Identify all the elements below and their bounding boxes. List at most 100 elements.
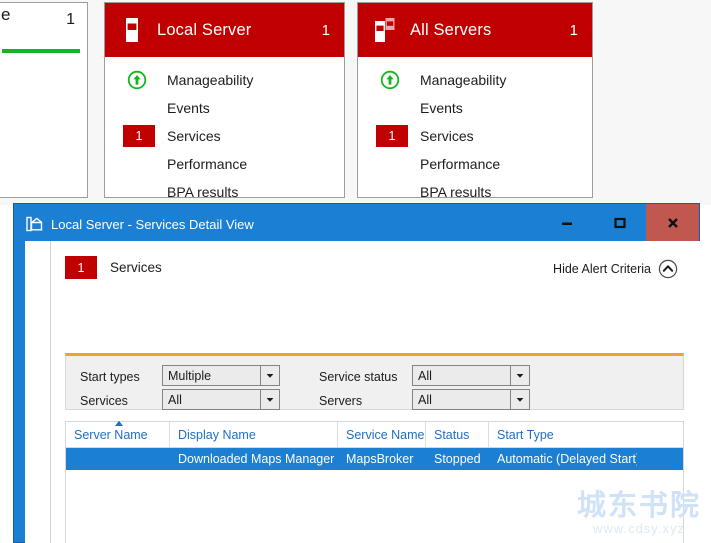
start-types-dropdown[interactable]: Multiple bbox=[162, 365, 280, 386]
tile-row-performance[interactable]: Performance bbox=[105, 150, 344, 178]
tile-body-all-servers: Manageability Events 1 Services Performa… bbox=[358, 57, 592, 206]
chevron-down-icon[interactable] bbox=[510, 390, 529, 409]
cell-display-name: Downloaded Maps Manager bbox=[178, 452, 335, 466]
services-alert-badge: 1 bbox=[123, 125, 155, 147]
tile-row-manageability[interactable]: Manageability bbox=[358, 66, 592, 94]
maximize-icon bbox=[613, 217, 626, 228]
services-dropdown[interactable]: All bbox=[162, 389, 280, 410]
filter-label-services: Services bbox=[80, 394, 128, 408]
column-header-label: Service Name bbox=[346, 427, 425, 442]
tile-header-all-servers[interactable]: All Servers 1 bbox=[358, 3, 592, 57]
cell-start-type: Automatic (Delayed Start) bbox=[497, 452, 637, 466]
minimize-icon bbox=[561, 222, 572, 225]
minimize-button[interactable] bbox=[540, 204, 593, 241]
tile-row-label: Services bbox=[420, 128, 474, 144]
filter-start-types: Start types bbox=[80, 366, 140, 388]
partial-tile-count: 1 bbox=[66, 11, 75, 28]
tile-row-label: BPA results bbox=[167, 184, 239, 200]
close-button[interactable] bbox=[646, 204, 699, 241]
partial-tile-letter: e bbox=[1, 5, 11, 24]
tile-row-label: Performance bbox=[167, 156, 248, 172]
badge-slot bbox=[123, 97, 155, 119]
cell-service-name: MapsBroker bbox=[346, 452, 414, 466]
services-detail-view-window[interactable]: Local Server - Services Detail View 1 Se… bbox=[13, 203, 700, 543]
filter-service-status: Service status bbox=[319, 366, 398, 388]
window-titlebar[interactable]: Local Server - Services Detail View bbox=[14, 204, 699, 244]
badge-slot bbox=[376, 181, 408, 203]
column-header-status[interactable]: Status bbox=[426, 422, 489, 447]
cell-status: Stopped bbox=[434, 452, 481, 466]
tile-header-local-server[interactable]: Local Server 1 bbox=[105, 3, 344, 57]
all-servers-icon bbox=[375, 18, 395, 42]
detail-view-icon bbox=[26, 216, 43, 232]
detail-content: 1 Services Hide Alert Criteria Start typ… bbox=[51, 241, 700, 543]
tile-row-events[interactable]: Events bbox=[105, 94, 344, 122]
chevron-down-glyph bbox=[266, 397, 274, 402]
start-types-value: Multiple bbox=[168, 368, 212, 383]
dashboard-tile-local-server[interactable]: Local Server 1 Manageability Events 1 Se… bbox=[104, 2, 345, 200]
badge-slot: 1 bbox=[376, 125, 408, 147]
chevron-down-glyph bbox=[266, 373, 274, 378]
partial-tile-header: e 1 bbox=[0, 3, 87, 53]
servers-dropdown[interactable]: All bbox=[412, 389, 530, 410]
table-body: Downloaded Maps Manager MapsBroker Stopp… bbox=[66, 448, 683, 470]
badge-slot bbox=[376, 69, 408, 91]
column-header-server-name[interactable]: Server Name bbox=[66, 420, 170, 447]
column-header-label: Display Name bbox=[178, 427, 256, 442]
tile-row-label: BPA results bbox=[420, 184, 492, 200]
cell-server-name bbox=[66, 448, 170, 470]
column-header-start-type[interactable]: Start Type bbox=[489, 422, 637, 447]
window-controls bbox=[540, 204, 699, 241]
badge-slot bbox=[376, 97, 408, 119]
badge-slot bbox=[123, 181, 155, 203]
chevron-down-glyph bbox=[516, 373, 524, 378]
tile-row-services[interactable]: 1 Services bbox=[358, 122, 592, 150]
tile-row-manageability[interactable]: Manageability bbox=[105, 66, 344, 94]
tile-count-all-servers: 1 bbox=[569, 21, 578, 39]
tile-row-events[interactable]: Events bbox=[358, 94, 592, 122]
tile-title-local-server: Local Server bbox=[157, 20, 252, 39]
services-results-table: Server Name Display Name Service Name St… bbox=[65, 420, 684, 543]
dashboard-tile-partial[interactable]: e 1 bbox=[0, 2, 88, 198]
column-header-label: Status bbox=[434, 427, 470, 442]
filter-label-start-types: Start types bbox=[80, 370, 140, 384]
services-alert-badge: 1 bbox=[376, 125, 408, 147]
alert-criteria-panel: Start types Multiple Services All Servic… bbox=[65, 353, 684, 410]
services-header-label: Services bbox=[110, 260, 162, 275]
table-row[interactable]: Downloaded Maps Manager MapsBroker Stopp… bbox=[66, 448, 683, 470]
hide-alert-criteria-toggle[interactable]: Hide Alert Criteria bbox=[553, 259, 678, 279]
services-value: All bbox=[168, 392, 182, 407]
service-status-dropdown[interactable]: All bbox=[412, 365, 530, 386]
chevron-down-icon[interactable] bbox=[260, 366, 279, 385]
window-client-area: 1 Services Hide Alert Criteria Start typ… bbox=[25, 241, 700, 543]
tile-row-label: Events bbox=[420, 100, 463, 116]
tile-title-all-servers: All Servers bbox=[410, 20, 492, 39]
tile-row-label: Services bbox=[167, 128, 221, 144]
tile-row-bpa-results[interactable]: BPA results bbox=[358, 178, 592, 206]
status-bar-green bbox=[2, 49, 80, 53]
services-header-bar: 1 Services Hide Alert Criteria bbox=[51, 241, 700, 289]
table-header-row: Server Name Display Name Service Name St… bbox=[66, 420, 683, 448]
detail-left-strip bbox=[25, 241, 51, 543]
maximize-button[interactable] bbox=[593, 204, 646, 241]
chevron-down-glyph bbox=[516, 397, 524, 402]
close-icon bbox=[667, 217, 678, 228]
window-title: Local Server - Services Detail View bbox=[51, 216, 254, 232]
sort-ascending-icon bbox=[115, 420, 123, 426]
filter-servers: Servers bbox=[319, 390, 362, 412]
filter-label-service-status: Service status bbox=[319, 370, 398, 384]
column-header-service-name[interactable]: Service Name bbox=[338, 422, 426, 447]
tile-row-bpa-results[interactable]: BPA results bbox=[105, 178, 344, 206]
tile-row-services[interactable]: 1 Services bbox=[105, 122, 344, 150]
tile-row-label: Events bbox=[167, 100, 210, 116]
badge-slot bbox=[376, 153, 408, 175]
service-status-value: All bbox=[418, 368, 432, 383]
dashboard-tile-all-servers[interactable]: All Servers 1 Manageability Events 1 Ser… bbox=[357, 2, 593, 200]
tile-count-local-server: 1 bbox=[321, 21, 330, 39]
column-header-display-name[interactable]: Display Name bbox=[170, 422, 338, 447]
chevron-down-icon[interactable] bbox=[260, 390, 279, 409]
filter-services: Services bbox=[80, 390, 128, 412]
tile-row-label: Manageability bbox=[167, 72, 254, 88]
tile-row-performance[interactable]: Performance bbox=[358, 150, 592, 178]
chevron-down-icon[interactable] bbox=[510, 366, 529, 385]
